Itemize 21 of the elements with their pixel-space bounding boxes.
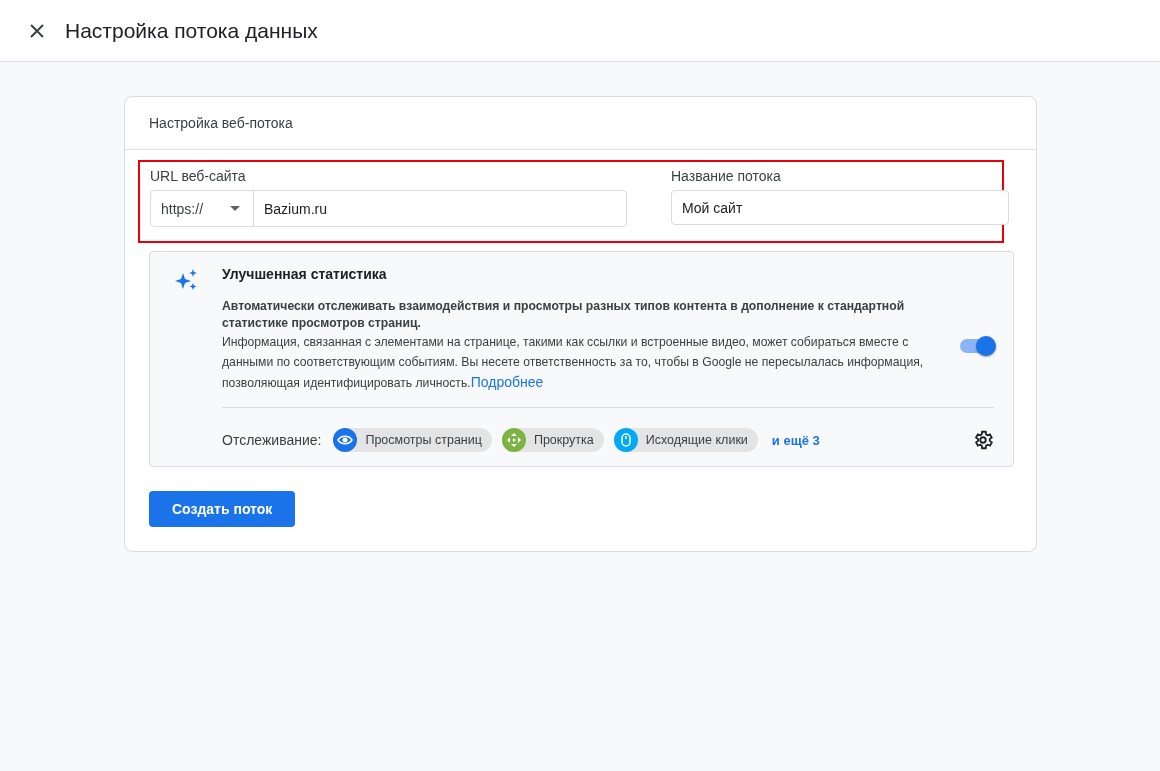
- info-text: Информация, связанная с элементами на странице, такими как ссылки и встроенные видео, может собираться вместе с данными по соответствующим событиям. Вы несете ответственность за то, чтобы в Google не пересылалась информация, позволяющая идентифицировать личность.Подробнее: [222, 334, 925, 392]
- url-input-field[interactable]: https:// Bazium.ru: [150, 190, 627, 227]
- tracking-label: Отслеживание:: [222, 432, 322, 448]
- event-chip[interactable]: Прокрутка: [501, 428, 604, 452]
- settings-icon[interactable]: [972, 429, 994, 451]
- summary-text: Автоматически отслеживать взаимодействия и просмотры разных типов контента в дополнение к стандартной статистике просмотров страниц.: [222, 298, 906, 332]
- event-chip[interactable]: Исходящие клики: [613, 428, 758, 452]
- field-label: URL веб-сайта: [150, 168, 247, 184]
- event-chip[interactable]: Просмотры страниц: [333, 428, 492, 452]
- sparkle-icon: [174, 268, 198, 292]
- learn-more-link[interactable]: Подробнее: [470, 374, 544, 390]
- field-label: Название потока: [671, 168, 782, 184]
- section-title: Улучшенная статистика: [222, 266, 388, 282]
- card-title: Настройка веб-потока: [149, 115, 293, 131]
- close-icon[interactable]: [29, 22, 45, 39]
- toggle-switch[interactable]: [960, 338, 994, 353]
- caret-icon: [230, 206, 240, 211]
- stream-name-input-field[interactable]: Мой сайт: [671, 190, 1009, 225]
- window-title: Настройка потока данных: [65, 18, 318, 43]
- create-stream-button[interactable]: Создать поток: [149, 491, 296, 527]
- more-events-link[interactable]: и ещё 3: [771, 432, 820, 448]
